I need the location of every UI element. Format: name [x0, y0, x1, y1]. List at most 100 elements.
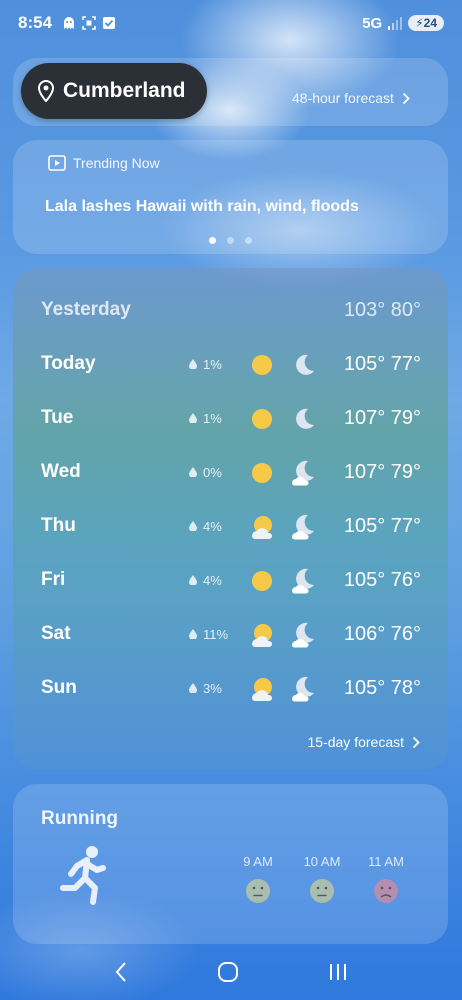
signal-icon	[388, 17, 403, 30]
precipitation-value: 0%	[203, 464, 222, 480]
carousel-dot[interactable]	[227, 237, 234, 244]
hourly-forecast-link[interactable]: 48-hour forecast	[292, 90, 410, 106]
raindrop-icon	[189, 521, 197, 531]
precipitation-chance: 1%	[189, 411, 222, 426]
precipitation-value: 4%	[203, 518, 222, 534]
runner-icon	[60, 846, 106, 905]
temperature-range: 106° 76°	[343, 622, 421, 645]
home-icon[interactable]	[217, 961, 239, 983]
precipitation-chance: 4%	[189, 573, 222, 588]
trending-header-label: Trending Now	[73, 155, 160, 171]
moon-cloud-icon	[292, 460, 314, 486]
precipitation-chance: 4%	[189, 519, 222, 534]
moon-cloud-icon	[292, 622, 314, 648]
precipitation-value: 11%	[203, 626, 229, 642]
raindrop-icon	[189, 683, 197, 693]
check-box-icon	[103, 17, 116, 29]
day-label: Thu	[41, 515, 76, 536]
sunny-icon	[252, 409, 272, 429]
running-card[interactable]: Running 9 AM 10 AM 11 AM	[13, 784, 448, 944]
partly-sunny-icon	[252, 678, 272, 701]
forecast-row[interactable]: Sat 11% 106° 76°	[13, 614, 448, 654]
moon-icon	[296, 408, 314, 429]
temperature-range: 105° 77°	[343, 352, 421, 375]
screenshot-icon	[82, 16, 96, 30]
forecast-row[interactable]: Thu 4% 105° 77°	[13, 506, 448, 546]
temperature-range: 103° 80°	[343, 298, 421, 321]
hourly-forecast-label: 48-hour forecast	[292, 90, 394, 106]
trending-header: Trending Now	[48, 155, 160, 171]
neutral-face-icon	[246, 879, 270, 903]
sunny-icon	[252, 571, 272, 591]
partly-sunny-icon	[252, 624, 272, 647]
fifteen-day-forecast-link[interactable]: 15-day forecast	[308, 734, 421, 750]
day-label: Sat	[41, 623, 71, 644]
temperature-range: 107° 79°	[343, 406, 421, 429]
daily-forecast-card: Yesterday 103° 80° Today 1% 105° 77° Tue 1% 1…	[13, 268, 448, 770]
sad-face-icon	[374, 879, 398, 903]
running-title: Running	[41, 808, 119, 829]
location-pin-icon	[37, 80, 55, 102]
raindrop-icon	[189, 413, 197, 423]
battery-level: 24	[423, 16, 437, 30]
status-time: 8:54	[18, 13, 53, 32]
carousel-dots	[209, 237, 252, 244]
running-hour-label: 10 AM	[303, 854, 341, 869]
raindrop-icon	[189, 467, 197, 477]
raindrop-icon	[189, 575, 197, 585]
system-navigation-bar	[0, 944, 462, 1000]
forecast-row[interactable]: Today 1% 105° 77°	[13, 344, 448, 384]
precipitation-chance: 3%	[189, 681, 222, 696]
trending-card[interactable]: Trending Now Lala lashes Hawaii with rai…	[13, 140, 448, 254]
partly-sunny-icon	[252, 516, 272, 539]
moon-cloud-icon	[292, 676, 314, 702]
day-label: Yesterday	[41, 299, 131, 320]
ghost-icon	[64, 17, 75, 29]
sunny-icon	[252, 355, 272, 375]
forecast-row[interactable]: Fri 4% 105° 76°	[13, 560, 448, 600]
temperature-range: 105° 78°	[343, 676, 421, 699]
fifteen-day-forecast-label: 15-day forecast	[307, 734, 405, 750]
forecast-row[interactable]: Tue 1% 107° 79°	[13, 398, 448, 438]
temperature-range: 107° 79°	[343, 460, 421, 483]
day-label: Fri	[41, 569, 66, 590]
chevron-right-icon	[412, 736, 420, 748]
day-label: Tue	[41, 407, 74, 428]
play-video-icon	[48, 155, 66, 171]
forecast-row[interactable]: Sun 3% 105° 78°	[13, 668, 448, 708]
running-hour-label: 9 AM	[243, 854, 273, 869]
sunny-icon	[252, 463, 272, 483]
moon-icon	[296, 354, 314, 375]
precipitation-chance: 1%	[189, 357, 222, 372]
status-bar: 8:54 5G ⚡24	[0, 0, 462, 46]
location-name: Cumberland	[63, 79, 186, 102]
chevron-right-icon	[402, 92, 410, 104]
day-label: Today	[41, 353, 96, 374]
battery-indicator: ⚡24	[408, 15, 444, 31]
forecast-row-yesterday: Yesterday 103° 80°	[13, 290, 448, 330]
carousel-dot[interactable]	[245, 237, 252, 244]
moon-cloud-icon	[292, 568, 314, 594]
precipitation-value: 3%	[203, 680, 222, 696]
location-button[interactable]: Cumberland	[21, 63, 207, 119]
precipitation-value: 1%	[203, 410, 222, 426]
neutral-face-icon	[310, 879, 334, 903]
precipitation-value: 4%	[203, 572, 222, 588]
precipitation-chance: 11%	[189, 627, 228, 642]
temperature-range: 105° 76°	[343, 568, 421, 591]
precipitation-chance: 0%	[189, 465, 222, 480]
carousel-dot[interactable]	[209, 237, 216, 244]
forecast-row[interactable]: Wed 0% 107° 79°	[13, 452, 448, 492]
recent-apps-icon[interactable]	[328, 962, 348, 982]
moon-cloud-icon	[292, 514, 314, 540]
temperature-range: 105° 77°	[343, 514, 421, 537]
precipitation-value: 1%	[203, 356, 222, 372]
trending-headline[interactable]: Lala lashes Hawaii with rain, wind, floo…	[45, 198, 359, 216]
raindrop-icon	[189, 629, 197, 639]
raindrop-icon	[189, 359, 197, 369]
back-icon[interactable]	[114, 961, 128, 983]
day-label: Sun	[41, 677, 77, 698]
running-hour-label: 11 AM	[368, 854, 404, 869]
network-type: 5G	[362, 14, 383, 32]
day-label: Wed	[41, 461, 81, 482]
